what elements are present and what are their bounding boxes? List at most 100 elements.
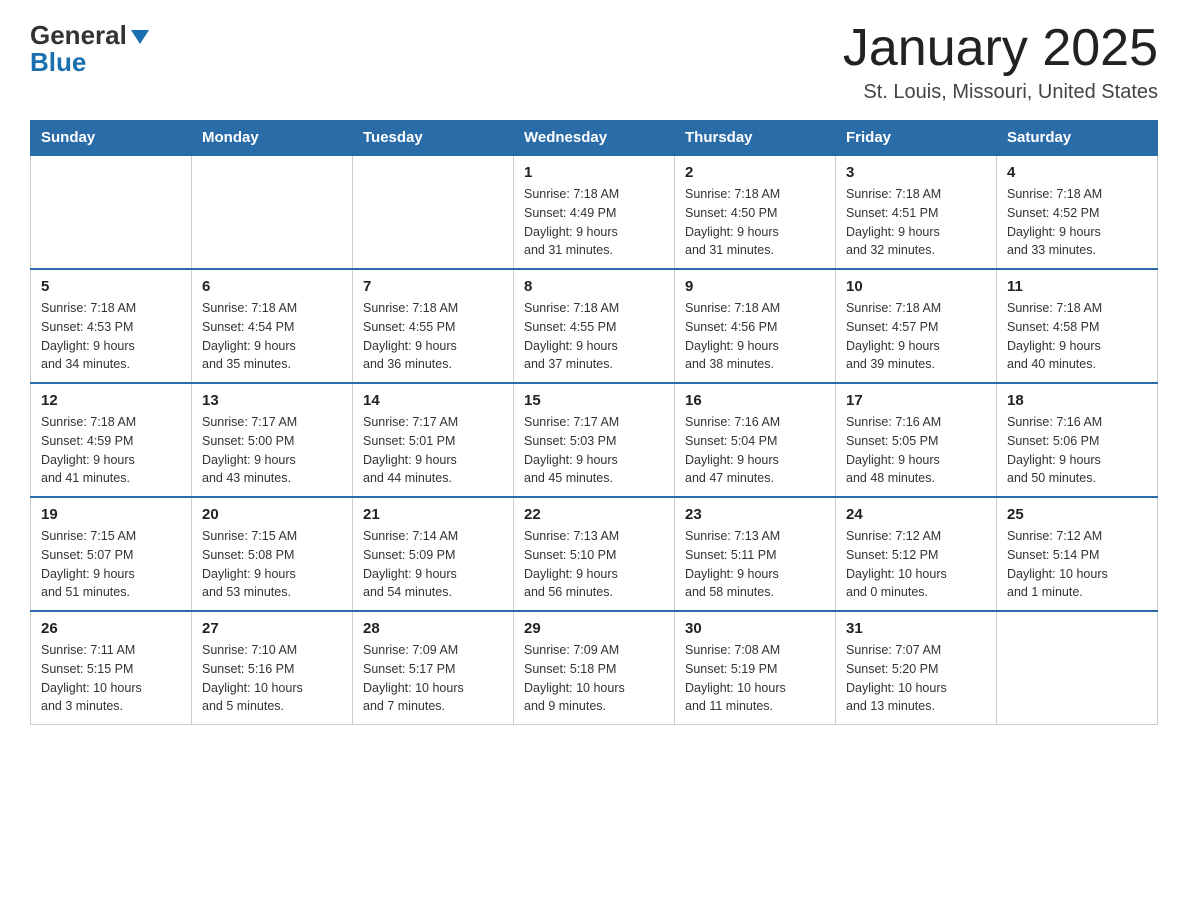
day-number: 2 <box>685 164 825 181</box>
calendar-cell: 25 Sunrise: 7:12 AM Sunset: 5:14 PM Dayli… <box>997 497 1158 611</box>
calendar-cell: 14 Sunrise: 7:17 AM Sunset: 5:01 PM Dayli… <box>353 383 514 497</box>
calendar-cell: 9 Sunrise: 7:18 AM Sunset: 4:56 PM Daylig… <box>675 269 836 383</box>
day-number: 9 <box>685 278 825 295</box>
weekday-header-wednesday: Wednesday <box>514 121 675 156</box>
calendar-cell: 1Sunrise: 7:18 AM Sunset: 4:49 PM Daylig… <box>514 155 675 269</box>
calendar-cell: 31 Sunrise: 7:07 AM Sunset: 5:20 PM Dayli… <box>836 611 997 725</box>
day-info: Sunrise: 7:18 AM Sunset: 4:56 PM Dayligh… <box>685 299 825 374</box>
week-row-4: 19Sunrise: 7:15 AM Sunset: 5:07 PM Dayli… <box>31 497 1158 611</box>
day-info: Sunrise: 7:18 AM Sunset: 4:58 PM Dayligh… <box>1007 299 1147 374</box>
day-number: 5 <box>41 278 181 295</box>
day-number: 15 <box>524 392 664 409</box>
day-info: Sunrise: 7:13 AM Sunset: 5:11 PM Dayligh… <box>685 527 825 602</box>
day-number: 30 <box>685 620 825 637</box>
logo: General Blue <box>30 20 151 78</box>
calendar-cell <box>192 155 353 269</box>
day-number: 6 <box>202 278 342 295</box>
day-number: 3 <box>846 164 986 181</box>
day-info: Sunrise: 7:07 AM Sunset: 5:20 PM Dayligh… <box>846 641 986 716</box>
calendar-cell: 11 Sunrise: 7:18 AM Sunset: 4:58 PM Dayli… <box>997 269 1158 383</box>
day-number: 11 <box>1007 278 1147 295</box>
calendar-cell: 28 Sunrise: 7:09 AM Sunset: 5:17 PM Dayli… <box>353 611 514 725</box>
week-row-3: 12Sunrise: 7:18 AM Sunset: 4:59 PM Dayli… <box>31 383 1158 497</box>
day-info: Sunrise: 7:17 AM Sunset: 5:01 PM Dayligh… <box>363 413 503 488</box>
day-number: 28 <box>363 620 503 637</box>
day-info: Sunrise: 7:16 AM Sunset: 5:04 PM Dayligh… <box>685 413 825 488</box>
day-number: 20 <box>202 506 342 523</box>
day-info: Sunrise: 7:18 AM Sunset: 4:53 PM Dayligh… <box>41 299 181 374</box>
day-number: 10 <box>846 278 986 295</box>
day-number: 31 <box>846 620 986 637</box>
page-header: General Blue January 2025 St. Louis, Mis… <box>30 20 1158 104</box>
day-number: 7 <box>363 278 503 295</box>
weekday-header-monday: Monday <box>192 121 353 156</box>
week-row-5: 26 Sunrise: 7:11 AM Sunset: 5:15 PM Dayli… <box>31 611 1158 725</box>
weekday-header-saturday: Saturday <box>997 121 1158 156</box>
weekday-header-tuesday: Tuesday <box>353 121 514 156</box>
day-info: Sunrise: 7:18 AM Sunset: 4:51 PM Dayligh… <box>846 185 986 260</box>
day-info: Sunrise: 7:18 AM Sunset: 4:57 PM Dayligh… <box>846 299 986 374</box>
week-row-2: 5 Sunrise: 7:18 AM Sunset: 4:53 PM Daylig… <box>31 269 1158 383</box>
calendar-cell: 10 Sunrise: 7:18 AM Sunset: 4:57 PM Dayli… <box>836 269 997 383</box>
month-title: January 2025 <box>843 20 1158 77</box>
day-info: Sunrise: 7:09 AM Sunset: 5:17 PM Dayligh… <box>363 641 503 716</box>
calendar-cell: 18 Sunrise: 7:16 AM Sunset: 5:06 PM Dayli… <box>997 383 1158 497</box>
day-info: Sunrise: 7:16 AM Sunset: 5:05 PM Dayligh… <box>846 413 986 488</box>
day-info: Sunrise: 7:18 AM Sunset: 4:55 PM Dayligh… <box>363 299 503 374</box>
day-info: Sunrise: 7:13 AM Sunset: 5:10 PM Dayligh… <box>524 527 664 602</box>
calendar-cell: 17 Sunrise: 7:16 AM Sunset: 5:05 PM Dayli… <box>836 383 997 497</box>
calendar-cell: 26 Sunrise: 7:11 AM Sunset: 5:15 PM Dayli… <box>31 611 192 725</box>
day-number: 19 <box>41 506 181 523</box>
calendar-cell: 21 Sunrise: 7:14 AM Sunset: 5:09 PM Dayli… <box>353 497 514 611</box>
day-info: Sunrise: 7:16 AM Sunset: 5:06 PM Dayligh… <box>1007 413 1147 488</box>
day-number: 24 <box>846 506 986 523</box>
day-info: Sunrise: 7:12 AM Sunset: 5:14 PM Dayligh… <box>1007 527 1147 602</box>
calendar-cell: 6 Sunrise: 7:18 AM Sunset: 4:54 PM Daylig… <box>192 269 353 383</box>
weekday-header-friday: Friday <box>836 121 997 156</box>
weekday-header-sunday: Sunday <box>31 121 192 156</box>
calendar-cell: 4Sunrise: 7:18 AM Sunset: 4:52 PM Daylig… <box>997 155 1158 269</box>
calendar-cell: 13Sunrise: 7:17 AM Sunset: 5:00 PM Dayli… <box>192 383 353 497</box>
calendar-cell: 30 Sunrise: 7:08 AM Sunset: 5:19 PM Dayli… <box>675 611 836 725</box>
day-info: Sunrise: 7:18 AM Sunset: 4:54 PM Dayligh… <box>202 299 342 374</box>
day-info: Sunrise: 7:09 AM Sunset: 5:18 PM Dayligh… <box>524 641 664 716</box>
logo-arrow-icon <box>129 26 151 48</box>
logo-text-blue: Blue <box>30 47 86 78</box>
calendar-cell: 29 Sunrise: 7:09 AM Sunset: 5:18 PM Dayli… <box>514 611 675 725</box>
calendar-cell: 7 Sunrise: 7:18 AM Sunset: 4:55 PM Daylig… <box>353 269 514 383</box>
day-number: 29 <box>524 620 664 637</box>
day-info: Sunrise: 7:18 AM Sunset: 4:55 PM Dayligh… <box>524 299 664 374</box>
day-info: Sunrise: 7:12 AM Sunset: 5:12 PM Dayligh… <box>846 527 986 602</box>
day-number: 27 <box>202 620 342 637</box>
day-number: 17 <box>846 392 986 409</box>
calendar-cell: 16Sunrise: 7:16 AM Sunset: 5:04 PM Dayli… <box>675 383 836 497</box>
calendar-cell: 22Sunrise: 7:13 AM Sunset: 5:10 PM Dayli… <box>514 497 675 611</box>
day-number: 26 <box>41 620 181 637</box>
day-number: 21 <box>363 506 503 523</box>
calendar-cell: 27 Sunrise: 7:10 AM Sunset: 5:16 PM Dayli… <box>192 611 353 725</box>
day-info: Sunrise: 7:17 AM Sunset: 5:00 PM Dayligh… <box>202 413 342 488</box>
calendar-cell: 12Sunrise: 7:18 AM Sunset: 4:59 PM Dayli… <box>31 383 192 497</box>
weekday-header-thursday: Thursday <box>675 121 836 156</box>
calendar-cell <box>31 155 192 269</box>
day-info: Sunrise: 7:11 AM Sunset: 5:15 PM Dayligh… <box>41 641 181 716</box>
calendar-cell: 3 Sunrise: 7:18 AM Sunset: 4:51 PM Daylig… <box>836 155 997 269</box>
day-info: Sunrise: 7:17 AM Sunset: 5:03 PM Dayligh… <box>524 413 664 488</box>
day-number: 8 <box>524 278 664 295</box>
day-info: Sunrise: 7:10 AM Sunset: 5:16 PM Dayligh… <box>202 641 342 716</box>
location-text: St. Louis, Missouri, United States <box>843 81 1158 104</box>
calendar-cell: 5 Sunrise: 7:18 AM Sunset: 4:53 PM Daylig… <box>31 269 192 383</box>
calendar-cell: 23 Sunrise: 7:13 AM Sunset: 5:11 PM Dayli… <box>675 497 836 611</box>
day-number: 14 <box>363 392 503 409</box>
calendar-cell: 24 Sunrise: 7:12 AM Sunset: 5:12 PM Dayli… <box>836 497 997 611</box>
day-number: 18 <box>1007 392 1147 409</box>
day-number: 23 <box>685 506 825 523</box>
calendar-cell <box>353 155 514 269</box>
calendar-cell: 19Sunrise: 7:15 AM Sunset: 5:07 PM Dayli… <box>31 497 192 611</box>
day-number: 4 <box>1007 164 1147 181</box>
day-number: 25 <box>1007 506 1147 523</box>
day-info: Sunrise: 7:08 AM Sunset: 5:19 PM Dayligh… <box>685 641 825 716</box>
calendar-table: SundayMondayTuesdayWednesdayThursdayFrid… <box>30 120 1158 725</box>
weekday-header-row: SundayMondayTuesdayWednesdayThursdayFrid… <box>31 121 1158 156</box>
day-info: Sunrise: 7:14 AM Sunset: 5:09 PM Dayligh… <box>363 527 503 602</box>
